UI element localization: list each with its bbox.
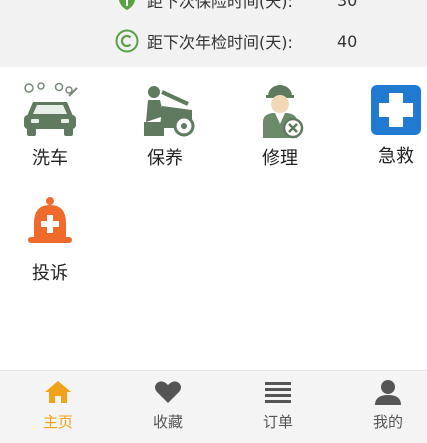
- list-icon: [265, 382, 291, 403]
- service-repair[interactable]: 修理: [235, 82, 325, 170]
- home-icon: [45, 381, 71, 403]
- service-label: 急救: [378, 146, 414, 167]
- service-label: 修理: [262, 148, 298, 169]
- tab-favorites[interactable]: 收藏: [128, 379, 208, 432]
- inspection-value: 40: [337, 31, 358, 51]
- user-icon: [375, 380, 401, 405]
- insurance-value: 30: [337, 0, 358, 10]
- service-label: 保养: [147, 148, 183, 169]
- mechanic-icon: [263, 85, 304, 139]
- heart-icon: [155, 381, 181, 403]
- tab-label: 收藏: [152, 413, 183, 431]
- service-label: 投诉: [32, 263, 68, 284]
- inspection-label: 距下次年检时间(天):: [147, 33, 293, 52]
- inspection-countdown: 距下次年检时间(天): 40: [115, 27, 357, 55]
- insurance-countdown: 距下次保险时间(天): 30: [115, 0, 357, 14]
- inspection-c-icon: [115, 29, 139, 53]
- tab-label: 订单: [262, 413, 293, 431]
- tab-label: 我的: [372, 413, 403, 431]
- complaint-bell-icon: [28, 197, 72, 243]
- first-aid-icon: [371, 85, 421, 135]
- tab-home[interactable]: 主页: [18, 379, 98, 432]
- service-car-wash[interactable]: 洗车: [5, 82, 95, 170]
- service-label: 洗车: [32, 148, 68, 169]
- service-grid: 洗车 保养 修理 急救 投诉: [0, 67, 427, 370]
- service-first-aid[interactable]: 急救: [351, 82, 427, 168]
- shield-icon: [119, 0, 135, 10]
- status-panel: 距下次保险时间(天): 30 距下次年检时间(天): 40: [0, 0, 427, 67]
- car-wash-icon: [24, 82, 78, 136]
- bottom-tab-bar: 主页 收藏 订单 我的: [0, 370, 427, 443]
- insurance-label: 距下次保险时间(天):: [147, 0, 293, 11]
- tab-orders[interactable]: 订单: [238, 379, 318, 432]
- service-maintenance[interactable]: 保养: [120, 82, 210, 170]
- service-complaint[interactable]: 投诉: [5, 195, 95, 285]
- car-maintenance-icon: [144, 86, 195, 137]
- tab-label: 主页: [42, 413, 73, 431]
- tab-profile[interactable]: 我的: [348, 379, 427, 432]
